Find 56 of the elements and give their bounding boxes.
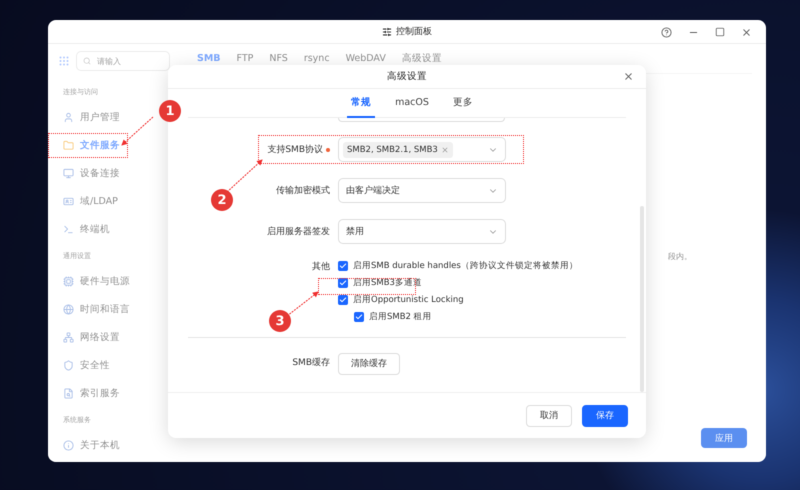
- select-field[interactable]: 由客户端决定: [338, 178, 506, 203]
- search-field[interactable]: 请输入: [76, 51, 170, 71]
- save-button[interactable]: 保存: [582, 404, 628, 426]
- arrow: [226, 159, 263, 192]
- checkbox[interactable]: [338, 261, 348, 271]
- field-label: 支持SMB协议: [267, 144, 323, 156]
- select-field[interactable]: SMB2, SMB2.1, SMB3: [338, 137, 506, 162]
- tab[interactable]: 更多: [448, 89, 477, 118]
- checkbox-option[interactable]: 启用Opportunistic Locking: [338, 294, 464, 306]
- select-field[interactable]: 禁用: [338, 219, 506, 244]
- cancel-button[interactable]: 取消: [526, 404, 572, 426]
- checkbox[interactable]: [338, 295, 348, 305]
- search-icon: [83, 57, 91, 65]
- field-label: 传输加密模式: [276, 184, 330, 197]
- close-icon[interactable]: [741, 26, 752, 38]
- checkbox[interactable]: [354, 312, 364, 322]
- select-field[interactable]: [338, 118, 505, 122]
- tab[interactable]: WebDAV: [346, 53, 386, 64]
- field-label: 其他: [312, 260, 330, 273]
- monitor-icon: [63, 168, 74, 178]
- sliders-icon: [382, 26, 392, 36]
- cpu-icon: [63, 276, 74, 286]
- file-search-icon: [63, 388, 74, 398]
- field-label: SMB缓存: [292, 356, 330, 370]
- maximize-icon[interactable]: [715, 27, 725, 37]
- dialog-title: 高级设置: [387, 70, 427, 83]
- field-label: 启用服务器签发: [267, 226, 330, 238]
- arrow: [286, 291, 319, 316]
- tab[interactable]: 高级设置: [402, 52, 442, 65]
- sidebar-item[interactable]: 关于本机: [48, 431, 180, 459]
- arrow: [121, 116, 154, 146]
- tab[interactable]: FTP: [236, 53, 254, 64]
- network-icon: [63, 332, 74, 342]
- folder-icon: [63, 140, 74, 150]
- tab[interactable]: NFS: [269, 53, 288, 64]
- shield-icon: [63, 360, 74, 370]
- globe-icon: [63, 304, 74, 314]
- tab[interactable]: macOS: [391, 89, 433, 118]
- checkbox-option[interactable]: 启用SMB2 租用: [354, 311, 432, 323]
- clear-cache-button[interactable]: 清除缓存: [338, 352, 400, 374]
- close-icon[interactable]: [623, 71, 634, 82]
- tab[interactable]: rsync: [304, 53, 330, 64]
- search-input[interactable]: 请输入: [95, 56, 145, 66]
- id-card-icon: [63, 196, 74, 206]
- description-text: 段内。: [668, 251, 693, 262]
- checkbox-option[interactable]: 启用SMB durable handles（跨协议文件锁定将被禁用）: [338, 260, 578, 272]
- checkbox[interactable]: [338, 278, 348, 288]
- tab[interactable]: SMB: [197, 53, 221, 64]
- terminal-icon: [63, 224, 74, 234]
- user-icon: [63, 112, 74, 122]
- remove-icon[interactable]: [440, 146, 449, 154]
- window-title: 控制面板: [396, 26, 432, 38]
- tag: SMB2, SMB2.1, SMB3: [343, 142, 453, 158]
- tab[interactable]: 常规: [347, 89, 376, 118]
- help-icon[interactable]: [661, 26, 672, 38]
- info-icon: [63, 440, 74, 450]
